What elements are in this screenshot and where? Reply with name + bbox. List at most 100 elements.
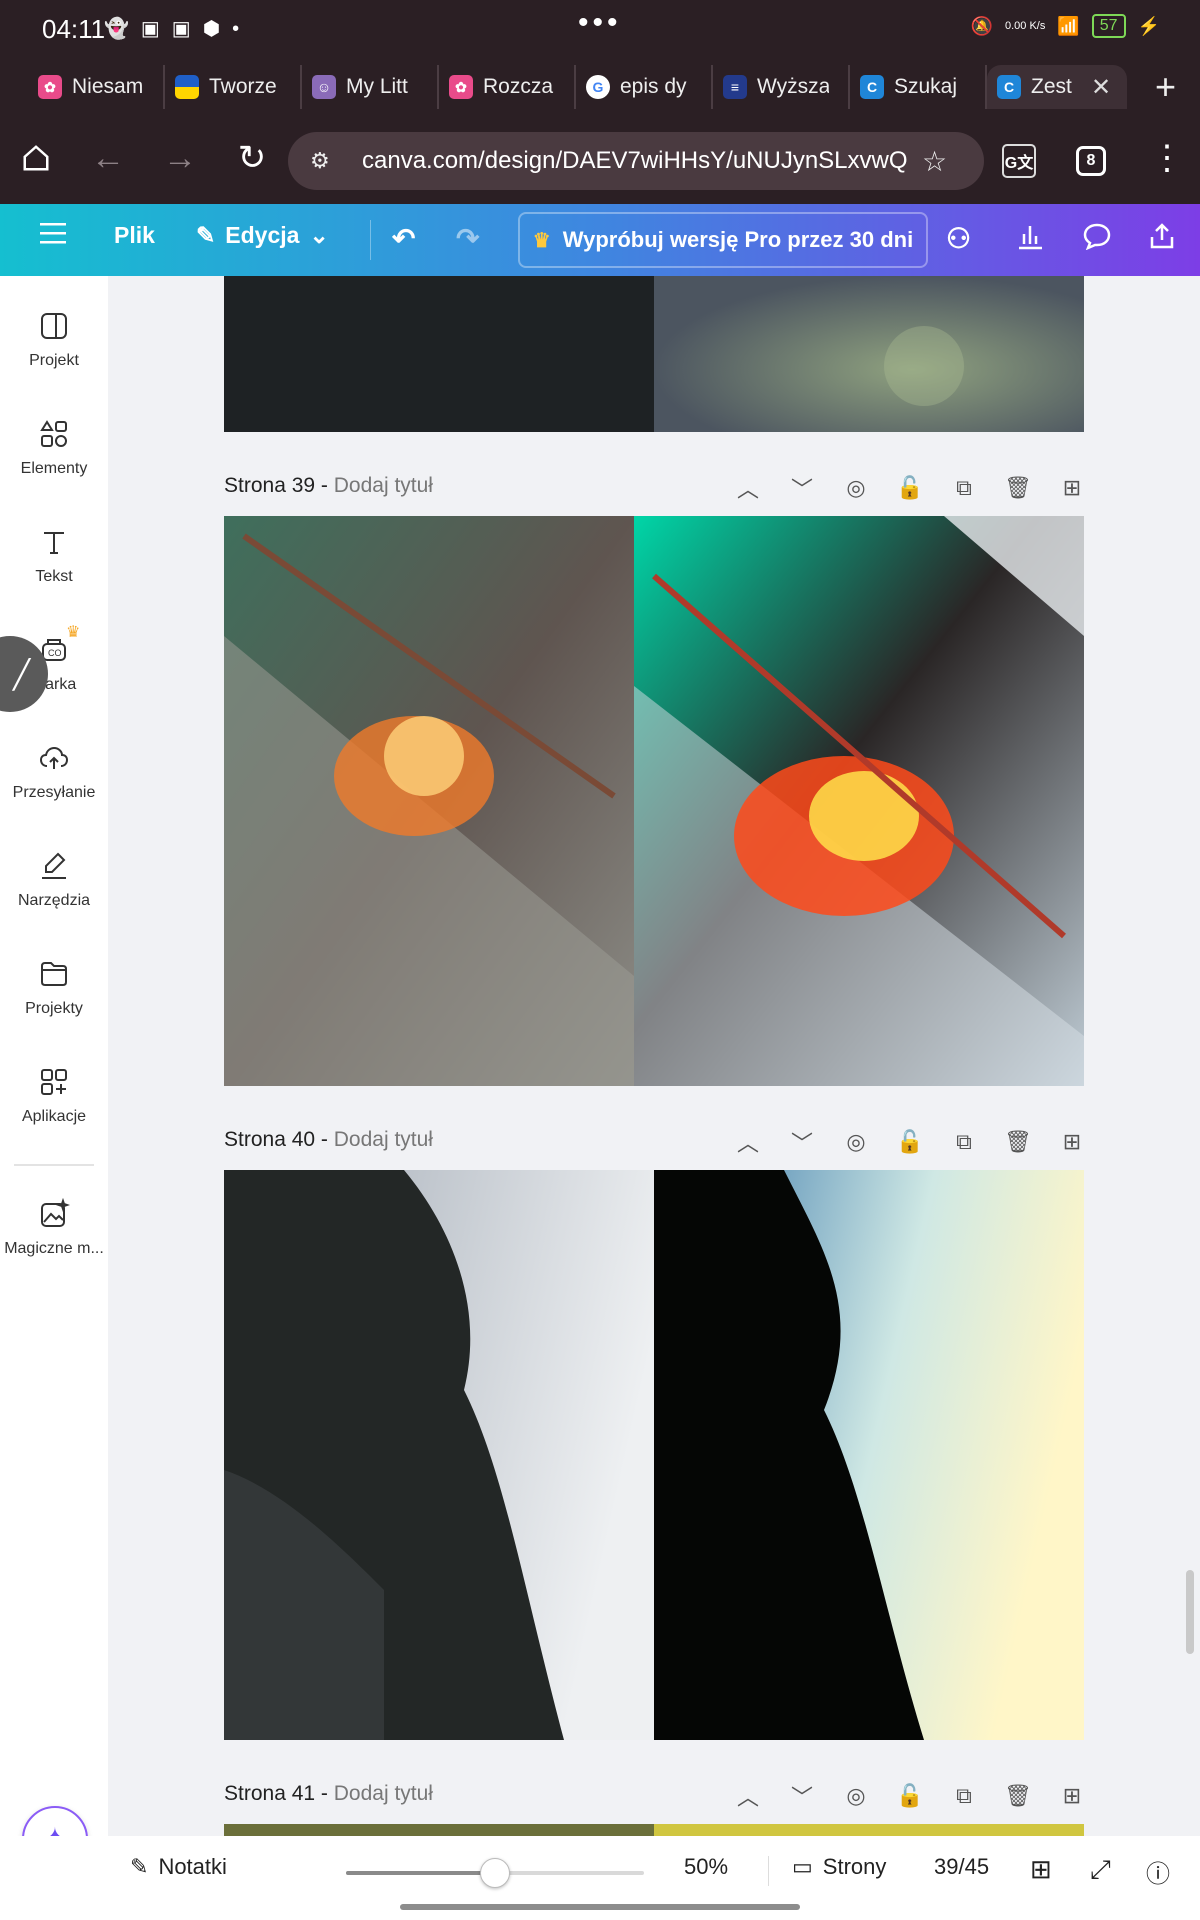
lock-icon[interactable]: 🔓 [894,1126,926,1158]
sidebar-item-aplikacje[interactable]: Aplikacje [0,1066,108,1126]
trash-icon[interactable]: 🗑 [1002,472,1034,504]
add-page-icon[interactable]: ⊞ [1056,1780,1088,1812]
new-tab-button[interactable]: + [1155,66,1176,108]
canva-c-icon: C [860,75,884,99]
forward-icon[interactable]: → [160,138,200,178]
canva-favicon-icon: ✿ [38,75,62,99]
trash-icon[interactable]: 🗑 [1002,1780,1034,1812]
file-menu-button[interactable]: Plik [114,222,155,249]
try-pro-button[interactable]: ♛ Wypróbuj wersję Pro przez 30 dni [518,212,928,268]
tab-7-active[interactable]: C Zest ✕ [987,65,1127,109]
wifi-icon: 📶 [1057,15,1080,36]
zoom-value[interactable]: 50% [684,1854,728,1880]
sidebar-item-label: Narzędzia [17,892,91,909]
zoom-slider-knob[interactable] [480,1858,510,1888]
translate-icon[interactable]: G文 [1002,144,1036,178]
hide-eye-icon[interactable]: ◎ [840,1126,872,1158]
hide-eye-icon[interactable]: ◎ [840,472,872,504]
trash-icon[interactable]: 🗑 [1002,1126,1034,1158]
share-upload-icon[interactable] [1148,222,1176,250]
tab-label: epis dy [620,75,687,98]
sidebar-item-magiczne-media[interactable]: Magiczne m... [0,1198,108,1258]
duplicate-icon[interactable]: ⧉ [948,472,980,504]
add-page-icon[interactable]: ⊞ [1056,472,1088,504]
sidebar-item-label: Tekst [35,568,73,585]
duplicate-icon[interactable]: ⧉ [948,1126,980,1158]
duplicate-icon[interactable]: ⧉ [948,1780,980,1812]
home-icon[interactable] [16,138,56,178]
bottom-bar: ✎ Notatki 50% ▭ Strony 39/45 ⊞ ⤢ ⓘ [0,1836,1200,1906]
toolbar-divider [370,220,371,260]
help-icon[interactable]: ⓘ [1146,1854,1170,1889]
tab-count-button[interactable]: 8 [1076,146,1106,176]
tab-5[interactable]: ≡ Wyższa [713,65,850,109]
edit-menu-button[interactable]: ✎ Edycja ⌄ [196,222,329,249]
chevron-up-icon[interactable]: ︿ [732,1126,764,1158]
chevron-up-icon[interactable]: ︿ [732,472,764,504]
comment-icon[interactable] [1082,222,1112,250]
chevron-up-icon[interactable]: ︿ [732,1780,764,1812]
url-text[interactable]: canva.com/design/DAEV7wiHHsY/uNUJynSLxvw… [362,147,908,175]
undo-icon[interactable]: ↶ [392,222,415,255]
site-settings-icon[interactable]: ⚙ [310,148,342,174]
page-40-image[interactable] [224,1170,1084,1740]
mute-icon: 🔕 [970,15,993,36]
pages-button[interactable]: ▭ Strony [792,1854,886,1880]
tab-3[interactable]: ✿ Rozcza [439,65,576,109]
tab-label: Szukaj [894,75,958,98]
chevron-down-icon[interactable]: ﹀ [786,472,818,504]
page-38-image[interactable] [224,276,1084,432]
grid-view-icon[interactable]: ⊞ [1030,1854,1052,1885]
bookmark-star-icon[interactable]: ☆ [922,145,947,178]
close-tab-icon[interactable]: ✕ [1091,73,1111,102]
sidebar-item-projekty[interactable]: Projekty [0,958,108,1018]
chevron-down-icon[interactable]: ﹀ [786,1126,818,1158]
hamburger-menu-icon[interactable] [40,222,66,244]
analytics-icon[interactable] [1016,222,1044,250]
redo-icon[interactable]: ↷ [456,222,479,255]
fullscreen-icon[interactable]: ⤢ [1090,1854,1111,1886]
share-people-icon[interactable]: ⚇ [946,222,971,255]
sidebar-item-przesylanie[interactable]: Przesyłanie [0,742,108,802]
net-speed: 0.00 K/s [1005,20,1046,32]
address-bar[interactable]: ⚙ canva.com/design/DAEV7wiHHsY/uNUJynSLx… [288,132,984,190]
lock-icon[interactable]: 🔓 [894,472,926,504]
page-title: Strona 39 - Dodaj tytuł [224,474,433,497]
page-41-image[interactable] [224,1824,1084,1836]
browser-menu-icon[interactable]: ⋮ [1150,138,1184,178]
sidebar-item-tekst[interactable]: Tekst [0,526,108,586]
canvas-scrollbar[interactable] [1186,1570,1194,1654]
sidebar-item-projekt[interactable]: Projekt [0,310,108,370]
notes-button[interactable]: ✎ Notatki [130,1854,227,1880]
hide-eye-icon[interactable]: ◎ [840,1780,872,1812]
chevron-down-icon[interactable]: ﹀ [786,1780,818,1812]
design-canvas[interactable]: Strona 39 - Dodaj tytuł ︿ ﹀ ◎ 🔓 ⧉ 🗑 ⊞ St… [108,276,1200,1836]
sidebar-item-elementy[interactable]: Elementy [0,418,108,478]
tab-1[interactable]: Tworze [165,65,302,109]
pages-icon: ▭ [792,1854,813,1879]
zoom-slider[interactable] [346,1858,644,1888]
tab-0[interactable]: ✿ Niesam [28,65,165,109]
sidebar-item-label: Elementy [20,460,88,477]
sidebar-item-narzedzia[interactable]: Narzędzia [0,850,108,910]
reload-icon[interactable]: ↻ [232,138,272,178]
tab-label: Niesam [72,75,144,98]
sidebar-item-label: Przesyłanie [12,784,96,801]
layout-icon [41,313,67,339]
add-page-icon[interactable]: ⊞ [1056,1126,1088,1158]
add-title-link[interactable]: Dodaj tytuł [334,474,433,497]
page-39-image[interactable] [224,516,1084,1086]
tab-6[interactable]: C Szukaj [850,65,987,109]
tab-4[interactable]: G epis dy [576,65,713,109]
address-row: ← → ↻ ⚙ canva.com/design/DAEV7wiHHsY/uNU… [0,118,1200,204]
zoom-slider-fill [346,1871,495,1875]
add-title-link[interactable]: Dodaj tytuł [334,1128,433,1151]
crown-icon: ♛ [66,624,81,641]
add-title-link[interactable]: Dodaj tytuł [334,1782,433,1805]
lock-icon[interactable]: 🔓 [894,1780,926,1812]
left-sidebar: Projekt Elementy Tekst CO Marka ♛ ╱ Prze… [0,276,108,1836]
back-icon[interactable]: ← [88,138,128,178]
tab-2[interactable]: ☺ My Litt [302,65,439,109]
bookmark-favicon-icon: ≡ [723,75,747,99]
page-header-39: Strona 39 - Dodaj tytuł ︿ ﹀ ◎ 🔓 ⧉ 🗑 ⊞ [224,470,1084,506]
